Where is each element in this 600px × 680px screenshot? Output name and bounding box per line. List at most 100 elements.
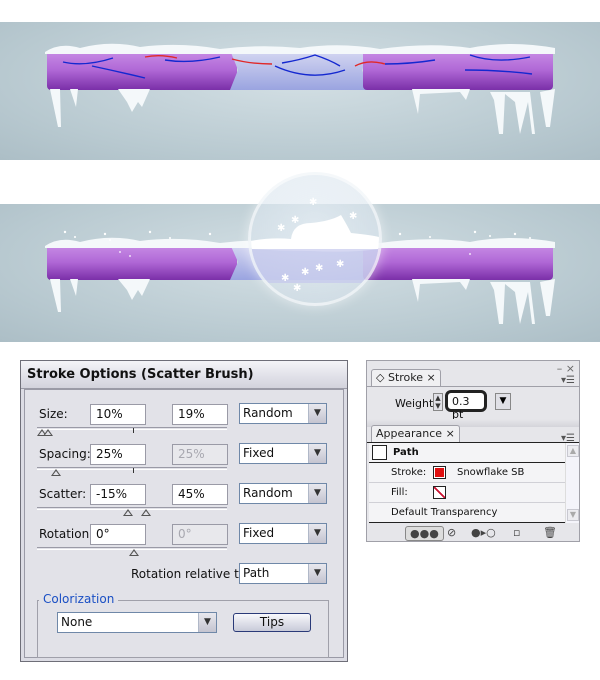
svg-text:✱: ✱ — [291, 215, 299, 226]
magnifier-globe: ✱ ✱ ✱ ✱ ✱ ✱ ✱ ✱ ✱ — [248, 172, 382, 306]
list-item-stroke[interactable]: Stroke: Snowflake SB — [369, 463, 565, 483]
list-item-transparency[interactable]: Default Transparency — [369, 503, 565, 523]
reduce-to-basic-appearance-icon[interactable]: ●▸○ — [471, 526, 496, 539]
appearance-scrollbar[interactable]: ▲ ▼ — [565, 443, 579, 523]
bar-left — [47, 50, 237, 90]
rotation-relative-select[interactable]: Path ▼ — [239, 563, 327, 584]
scatter-max-field[interactable]: 45% — [172, 484, 228, 505]
svg-text:✱: ✱ — [309, 197, 317, 208]
chevron-down-icon[interactable]: ▼ — [308, 524, 326, 543]
spacing-mode-select[interactable]: Fixed ▼ — [239, 443, 327, 464]
scatter-mode-value: Random — [243, 486, 293, 500]
stroke-options-dialog: Stroke Options (Scatter Brush) Size: 10%… — [20, 360, 348, 662]
weight-dropdown[interactable]: ▼ — [495, 393, 511, 410]
colorization-method-value: None — [61, 615, 93, 629]
stroke-label: Stroke: — [391, 467, 427, 478]
size-mode-select[interactable]: Random ▼ — [239, 403, 327, 424]
tab-stroke-label: Stroke — [387, 371, 424, 384]
spacing-slider[interactable] — [37, 467, 227, 470]
spacing-min-field[interactable]: 25% — [90, 444, 146, 465]
slider-center-tick — [133, 468, 134, 473]
duplicate-item-icon[interactable]: ▫ — [513, 526, 520, 539]
scroll-up-icon[interactable]: ▲ — [567, 445, 579, 457]
fill-label: Fill: — [391, 487, 408, 498]
chevron-down-icon[interactable]: ▼ — [198, 613, 216, 632]
rotation-mode-select[interactable]: Fixed ▼ — [239, 523, 327, 544]
stroke-value: Snowflake SB — [457, 467, 525, 478]
bar-center — [230, 50, 370, 90]
tab-appearance[interactable]: Appearance × — [371, 425, 460, 442]
chevron-down-icon[interactable]: ▼ — [308, 484, 326, 503]
bar-left — [47, 244, 237, 280]
rotation-min-field[interactable]: 0° — [90, 524, 146, 545]
snow-top — [45, 43, 555, 54]
minimize-icon[interactable]: – — [557, 362, 563, 375]
weight-stepper[interactable]: ▲ ▼ — [433, 393, 443, 411]
tab-collapse-icon[interactable]: ◇ — [376, 371, 384, 384]
rotation-mode-value: Fixed — [243, 526, 275, 540]
trash-icon[interactable]: 🗑 — [543, 526, 557, 539]
tab-close-icon[interactable]: × — [446, 427, 455, 440]
scatter-mode-select[interactable]: Random ▼ — [239, 483, 327, 504]
appearance-list: Path Stroke: Snowflake SB Fill: Default … — [369, 443, 565, 523]
dialog-body: Size: 10% 19% Random ▼ Spacing: 25% 25% F… — [24, 389, 344, 658]
size-label: Size: — [39, 407, 68, 421]
progress-bar-with-paths — [45, 43, 555, 134]
svg-text:✱: ✱ — [315, 263, 323, 274]
size-max-thumb[interactable] — [43, 429, 53, 436]
list-item-fill[interactable]: Fill: — [369, 483, 565, 503]
path-label: Path — [393, 447, 419, 458]
top-illustration — [0, 22, 600, 160]
stroke-swatch[interactable] — [433, 466, 446, 479]
scatter-min-field[interactable]: -15% — [90, 484, 146, 505]
bar-right — [363, 244, 553, 280]
path-thumbnail — [372, 445, 387, 460]
scatter-min-thumb[interactable] — [123, 509, 133, 516]
spacing-mode-value: Fixed — [243, 446, 275, 460]
svg-text:✱: ✱ — [301, 267, 309, 278]
icicles-left — [50, 279, 150, 312]
colorization-method-select[interactable]: None ▼ — [57, 612, 217, 633]
new-art-basic-appearance-icon[interactable]: ●●● — [405, 526, 444, 541]
size-max-field[interactable]: 19% — [172, 404, 228, 425]
tab-divider — [367, 386, 579, 387]
weight-label: Weight: — [395, 397, 438, 410]
svg-text:✱: ✱ — [277, 223, 285, 234]
rotation-max-field: 0° — [172, 524, 228, 545]
snow-mound — [251, 215, 379, 252]
scatter-max-thumb[interactable] — [141, 509, 151, 516]
list-item-path[interactable]: Path — [369, 443, 565, 463]
panel-window-controls: – × — [557, 362, 575, 375]
tab-close-icon[interactable]: × — [427, 371, 436, 384]
weight-input[interactable]: 0.3 pt — [445, 390, 487, 421]
panel-menu-icon[interactable]: ▾☰ — [561, 375, 575, 386]
size-slider[interactable] — [37, 427, 227, 430]
rotation-relative-label: Rotation relative to: — [131, 567, 251, 581]
svg-text:✱: ✱ — [281, 273, 289, 284]
size-min-field[interactable]: 10% — [90, 404, 146, 425]
tab-appearance-label: Appearance — [376, 427, 443, 440]
chevron-down-icon[interactable]: ▼ — [308, 444, 326, 463]
chevron-down-icon[interactable]: ▼ — [308, 404, 326, 423]
close-panel-icon[interactable]: × — [566, 362, 575, 375]
svg-text:✱: ✱ — [349, 211, 357, 222]
tips-button[interactable]: Tips — [233, 613, 311, 632]
rotation-thumb[interactable] — [129, 549, 139, 556]
icicles-right — [412, 89, 555, 134]
spacing-thumb[interactable] — [51, 469, 61, 476]
transparency-label: Default Transparency — [391, 507, 498, 518]
size-mode-value: Random — [243, 406, 293, 420]
spacing-max-field: 25% — [172, 444, 228, 465]
fill-none-swatch[interactable] — [433, 486, 446, 499]
icicles-right — [412, 279, 555, 324]
tab-stroke[interactable]: ◇ Stroke × — [371, 369, 441, 386]
slider-center-tick — [133, 428, 134, 433]
clear-appearance-icon[interactable]: ⊘ — [447, 526, 456, 539]
rotation-relative-value: Path — [243, 566, 270, 580]
dialog-title: Stroke Options (Scatter Brush) — [21, 361, 347, 389]
chevron-down-icon[interactable]: ▼ — [308, 564, 326, 583]
appearance-footer: ●●● ⊘ ●▸○ ▫ 🗑 — [367, 525, 579, 541]
stroke-appearance-panel: – × ◇ Stroke × ▾☰ Weight: ▲ ▼ 0.3 pt ▼ Ap… — [366, 360, 580, 542]
scroll-down-icon[interactable]: ▼ — [567, 509, 579, 521]
scatter-label: Scatter: — [39, 487, 87, 501]
